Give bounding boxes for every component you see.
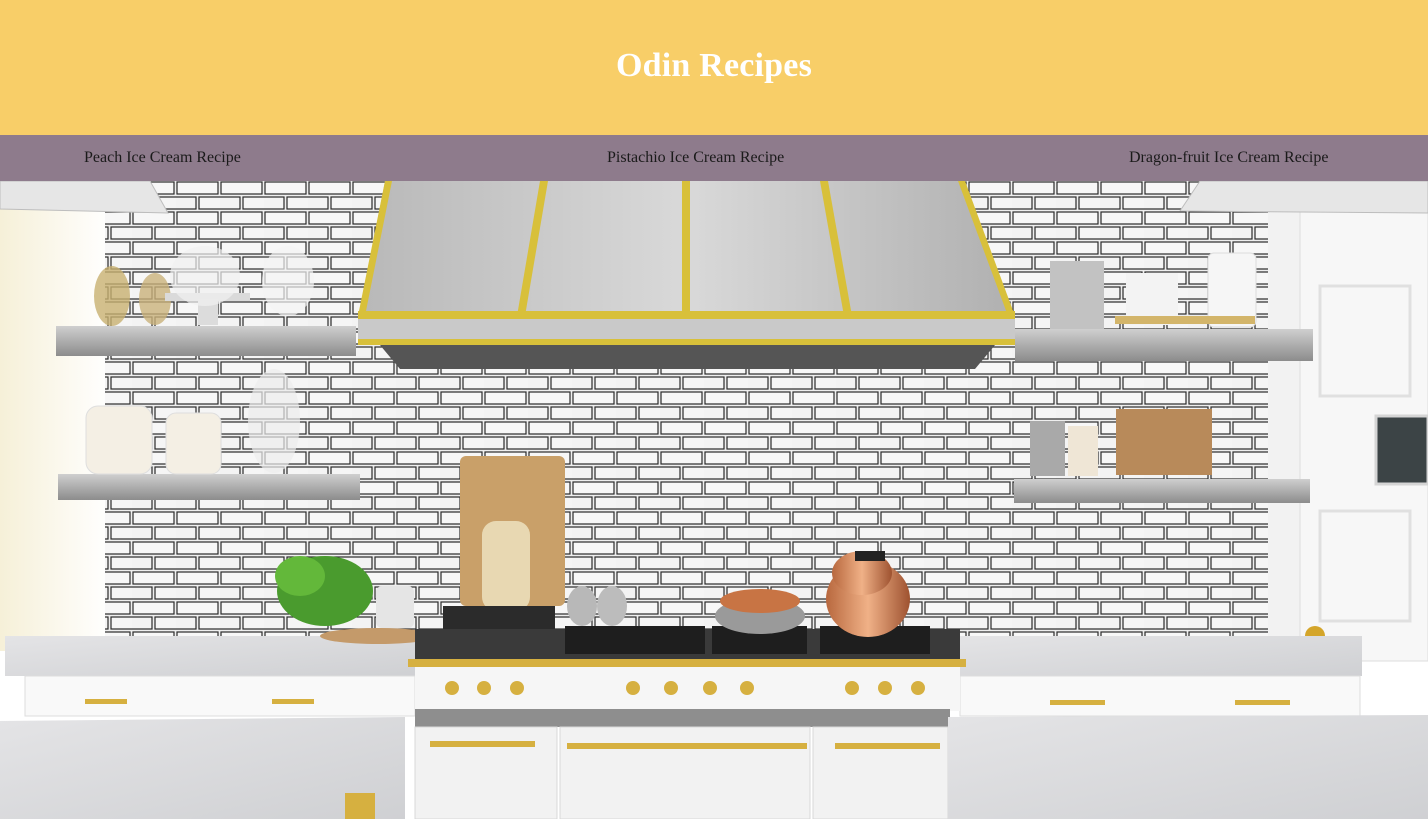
nav-link-pistachio-recipe[interactable]: Pistachio Ice Cream Recipe — [607, 135, 784, 181]
right-wall — [1265, 181, 1305, 651]
nav-link-peach-recipe[interactable]: Peach Ice Cream Recipe — [84, 135, 241, 181]
page: Odin Recipes Peach Ice Cream Recipe Pist… — [0, 0, 1428, 819]
door-window — [1374, 414, 1428, 486]
site-header: Odin Recipes — [0, 0, 1428, 135]
island-right — [948, 715, 1428, 819]
island-left — [0, 717, 405, 819]
main-nav: Peach Ice Cream Recipe Pistachio Ice Cre… — [0, 135, 1428, 181]
range-hood — [358, 181, 1015, 369]
back-counter-right — [950, 636, 1362, 676]
hero-image — [0, 181, 1428, 819]
nav-link-dragon-fruit-recipe[interactable]: Dragon-fruit Ice Cream Recipe — [1129, 135, 1328, 181]
site-title: Odin Recipes — [615, 46, 813, 84]
